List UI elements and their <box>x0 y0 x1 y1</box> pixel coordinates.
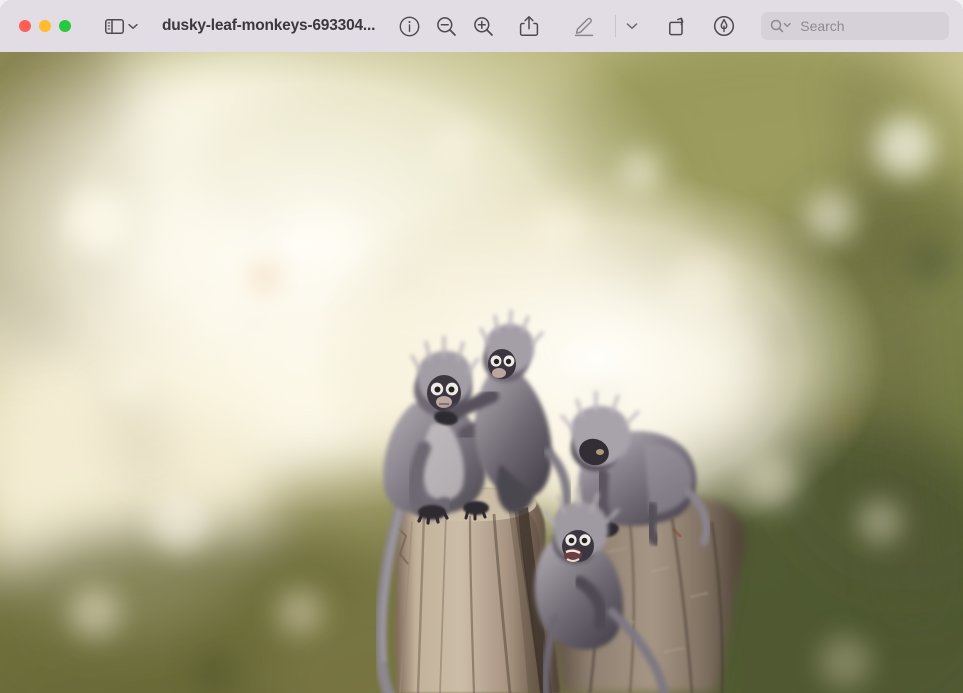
photo-dusky-leaf-monkeys <box>0 52 963 693</box>
maximize-window-button[interactable] <box>59 20 71 32</box>
window-toolbar: dusky-leaf-monkeys-693304... Search <box>0 0 963 52</box>
markup-chevron-down-icon[interactable] <box>626 22 638 30</box>
search-field[interactable]: Search <box>761 12 949 40</box>
zoom-in-button[interactable] <box>473 16 494 37</box>
share-button[interactable] <box>519 15 539 37</box>
search-placeholder: Search <box>800 18 845 34</box>
chevron-down-icon <box>128 23 138 30</box>
close-window-button[interactable] <box>19 20 31 32</box>
window-title: dusky-leaf-monkeys-693304... <box>162 17 376 34</box>
zoom-out-button[interactable] <box>436 16 457 37</box>
annotate-button[interactable] <box>713 15 735 37</box>
markup-button[interactable] <box>573 15 597 37</box>
rotate-button[interactable] <box>668 15 691 37</box>
info-button[interactable] <box>399 16 420 37</box>
search-icon <box>770 19 792 33</box>
image-canvas[interactable] <box>0 52 963 693</box>
sidebar-toggle-button[interactable] <box>105 18 138 34</box>
sidebar-icon <box>105 18 124 34</box>
minimize-window-button[interactable] <box>39 20 51 32</box>
preview-window: dusky-leaf-monkeys-693304... Search <box>0 0 963 693</box>
toolbar-divider <box>615 15 617 37</box>
window-controls <box>19 20 71 32</box>
